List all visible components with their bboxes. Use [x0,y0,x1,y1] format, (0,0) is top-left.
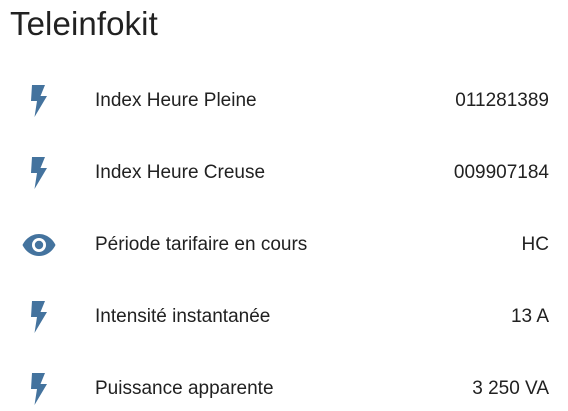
entity-label: Période tarifaire en cours [95,234,308,255]
entity-label: Puissance apparente [95,378,274,399]
entity-value: 009907184 [453,162,549,183]
flash-icon [19,153,59,193]
entities-card: Teleinfokit Index Heure Pleine 011281389… [0,0,568,407]
entity-row-puissance-apparente[interactable]: Puissance apparente 3 250 VA [0,367,568,411]
entity-row-intensite-instantanee[interactable]: Intensité instantanée 13 A [0,295,568,339]
flash-icon [19,81,59,121]
entity-value: 011281389 [455,90,549,111]
entity-value: 13 A [510,306,549,327]
eye-icon [19,225,59,265]
card-title: Teleinfokit [10,5,158,42]
entity-label: Intensité instantanée [95,306,271,327]
entity-label: Index Heure Creuse [95,162,266,183]
entity-value: 3 250 VA [472,378,549,399]
flash-icon [19,369,59,409]
entity-value: HC [521,234,549,255]
entity-row-periode-tarifaire[interactable]: Période tarifaire en cours HC [0,223,568,267]
entity-row-index-heure-pleine[interactable]: Index Heure Pleine 011281389 [0,79,568,123]
flash-icon [19,297,59,337]
entity-row-index-heure-creuse[interactable]: Index Heure Creuse 009907184 [0,151,568,195]
entity-label: Index Heure Pleine [95,90,257,111]
